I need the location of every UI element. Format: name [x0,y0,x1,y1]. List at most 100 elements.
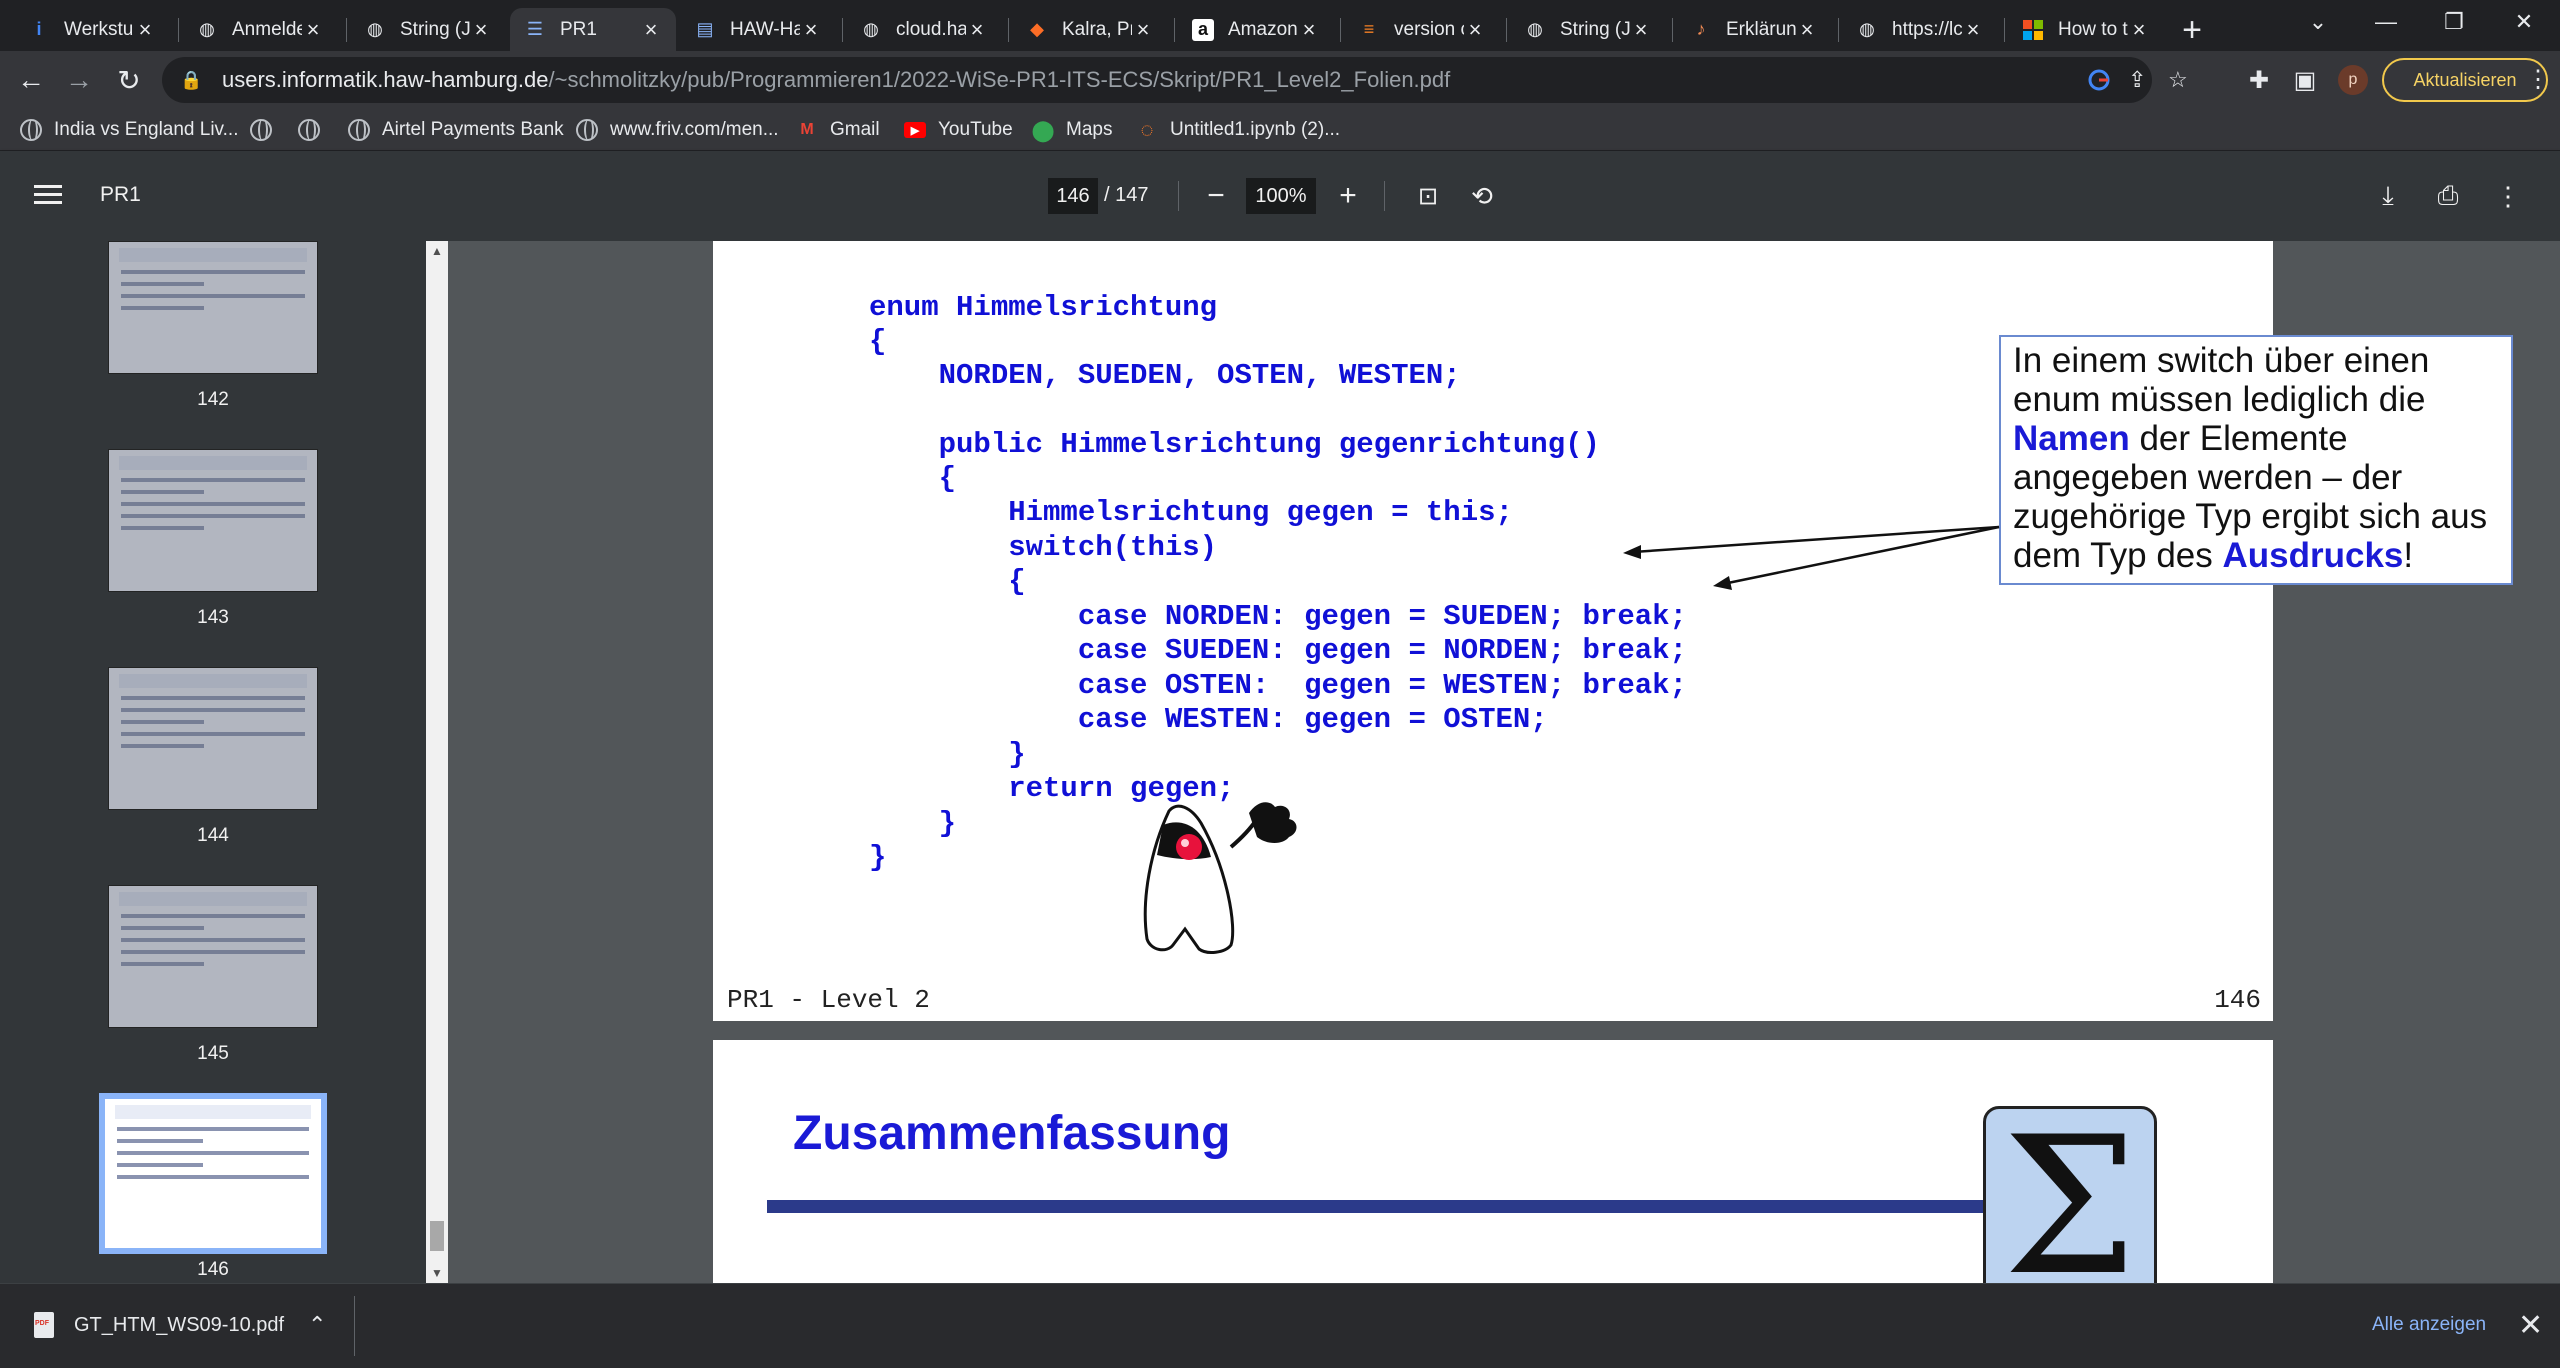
forward-button[interactable]: → [58,59,100,101]
scrollbar-thumb[interactable] [430,1221,444,1251]
reload-button[interactable]: ↻ [108,59,150,101]
tab-title: cloud.ha [896,18,966,40]
tab[interactable]: ◍ Anmelde × [182,8,338,51]
thumbnail-sidebar: 142 143 144 145 146 [0,241,448,1283]
close-tab-icon[interactable]: × [1962,17,1984,43]
tab[interactable]: ▤ HAW-Ha × [680,8,836,51]
tab-search-icon[interactable]: ⌄ [2288,6,2348,38]
zoom-input[interactable]: 100% [1246,178,1316,214]
browser-menu-icon[interactable]: ⋮ [2526,65,2550,94]
rotate-icon[interactable]: ⟲ [1464,178,1500,214]
extensions-icon[interactable]: ✚ [2238,59,2280,101]
thumbnail-number: 146 [197,1259,229,1280]
tab[interactable]: ◍ String (Ja × [350,8,506,51]
download-file-name[interactable]: GT_HTM_WS09-10.pdf [74,1314,284,1337]
menu-icon[interactable] [34,181,62,209]
tab[interactable]: ≡ version c × [1344,8,1500,51]
tab[interactable]: i Werkstu × [14,8,170,51]
close-tab-icon[interactable]: × [1298,17,1320,43]
tab-title: Kalra, Pr [1062,18,1132,40]
bookmark-label: Gmail [830,119,880,140]
tab[interactable]: a Amazon × [1178,8,1334,51]
tab-title: Werkstu [64,18,134,40]
pdf-toolbar: PR1 146 / 147 − 100% + ⊡ ⟲ ⤓ ⎙ ⋮ [0,151,2560,241]
restore-icon[interactable]: ❐ [2424,6,2484,38]
print-icon[interactable]: ⎙ [2430,178,2466,214]
tab[interactable]: ◍ String (Ja × [1510,8,1666,51]
bookmark[interactable]: M Gmail [796,114,880,146]
tab[interactable]: ◆ Kalra, Pr × [1012,8,1168,51]
close-tab-icon[interactable]: × [966,17,988,43]
bookmark[interactable]: ◌ Untitled1.ipynb (2)... [1136,114,1340,146]
thumbnail-number: 144 [197,825,229,846]
close-tab-icon[interactable]: × [1630,17,1652,43]
address-bar[interactable]: 🔒 users.informatik.haw-hamburg.de/~schmo… [162,57,2188,103]
lock-icon[interactable]: 🔒 [180,70,204,91]
close-tab-icon[interactable]: × [1464,17,1486,43]
close-tab-icon[interactable]: × [302,17,324,43]
tab[interactable]: How to t × [2008,8,2164,51]
tab[interactable]: ♪ Erklärun × [1676,8,1832,51]
close-tab-icon[interactable]: × [800,17,822,43]
bookmark-label: India vs England Liv... [54,119,239,140]
side-panel-icon[interactable]: ▣ [2284,59,2326,101]
page-thumbnail[interactable] [108,667,318,810]
show-all-downloads-link[interactable]: Alle anzeigen [2372,1314,2486,1336]
tab[interactable]: ◍ https://lc × [1842,8,1998,51]
page-thumbnail[interactable] [108,241,318,374]
close-tab-icon[interactable]: × [470,17,492,43]
bookmark-star-icon[interactable]: ☆ [2168,57,2188,103]
back-button[interactable]: ← [10,59,52,101]
scroll-down-icon[interactable]: ▼ [426,1263,448,1283]
close-shelf-icon[interactable]: ✕ [2518,1308,2543,1343]
close-tab-icon[interactable]: × [640,17,662,43]
globe-icon [250,119,272,141]
more-options-icon[interactable]: ⋮ [2490,178,2526,214]
page-thumbnail-active[interactable] [99,1093,327,1254]
page-thumbnail[interactable] [108,885,318,1028]
chevron-up-icon[interactable]: ⌃ [308,1312,326,1338]
new-tab-button[interactable]: + [2172,10,2212,50]
tab-active[interactable]: ☰ PR1 × [510,8,676,51]
globe-icon [348,119,370,141]
amazon-icon: a [1192,18,1214,41]
gitlab-icon: ◆ [1030,19,1044,39]
bookmark[interactable]: Airtel Payments Bank [348,114,564,146]
google-lens-icon[interactable] [2088,57,2110,103]
scroll-up-icon[interactable]: ▲ [426,241,448,261]
page-thumbnail[interactable] [108,449,318,592]
bookmark[interactable]: ▶ YouTube [904,114,1013,146]
bookmark[interactable] [250,114,284,146]
bookmark[interactable]: India vs England Liv... [20,114,238,146]
sidebar-scrollbar[interactable]: ▲ ▼ [426,241,448,1283]
callout-text: ! [2403,536,2414,575]
profile-avatar[interactable]: p [2338,65,2368,95]
fit-page-icon[interactable]: ⊡ [1410,178,1446,214]
zoom-out-button[interactable]: − [1198,178,1234,214]
close-tab-icon[interactable]: × [1132,17,1154,43]
update-button[interactable]: Aktualisieren [2382,58,2548,102]
zoom-in-button[interactable]: + [1330,178,1366,214]
minimize-icon[interactable]: — [2356,6,2416,38]
download-icon[interactable]: ⤓ [2370,178,2406,214]
tab-title: Erklärun [1726,18,1796,40]
close-tab-icon[interactable]: × [1796,17,1818,43]
close-tab-icon[interactable]: × [2128,17,2150,43]
bookmark[interactable]: ⬤ Maps [1032,114,1113,146]
page-number-input[interactable]: 146 [1048,178,1098,214]
globe-icon: ◍ [863,19,879,39]
thumbnail-number: 145 [197,1043,229,1064]
callout-arrows [1623,525,2000,590]
close-tab-icon[interactable]: × [134,17,156,43]
document-viewport[interactable]: enum Himmelsrichtung { NORDEN, SUEDEN, O… [448,241,2560,1283]
bookmark[interactable]: www.friv.com/men... [576,114,779,146]
tab[interactable]: ◍ cloud.ha × [846,8,1002,51]
globe-icon: ◍ [1527,19,1543,39]
tab-title: String (Ja [400,18,470,40]
close-window-icon[interactable]: ✕ [2494,6,2554,38]
share-icon[interactable]: ⇪ [2128,57,2146,103]
microsoft-icon [2022,19,2044,41]
bookmark[interactable] [298,114,332,146]
bookmark-label: Maps [1066,119,1113,140]
tab-strip: i Werkstu × ◍ Anmelde × ◍ String (Ja × ☰… [0,0,2560,51]
